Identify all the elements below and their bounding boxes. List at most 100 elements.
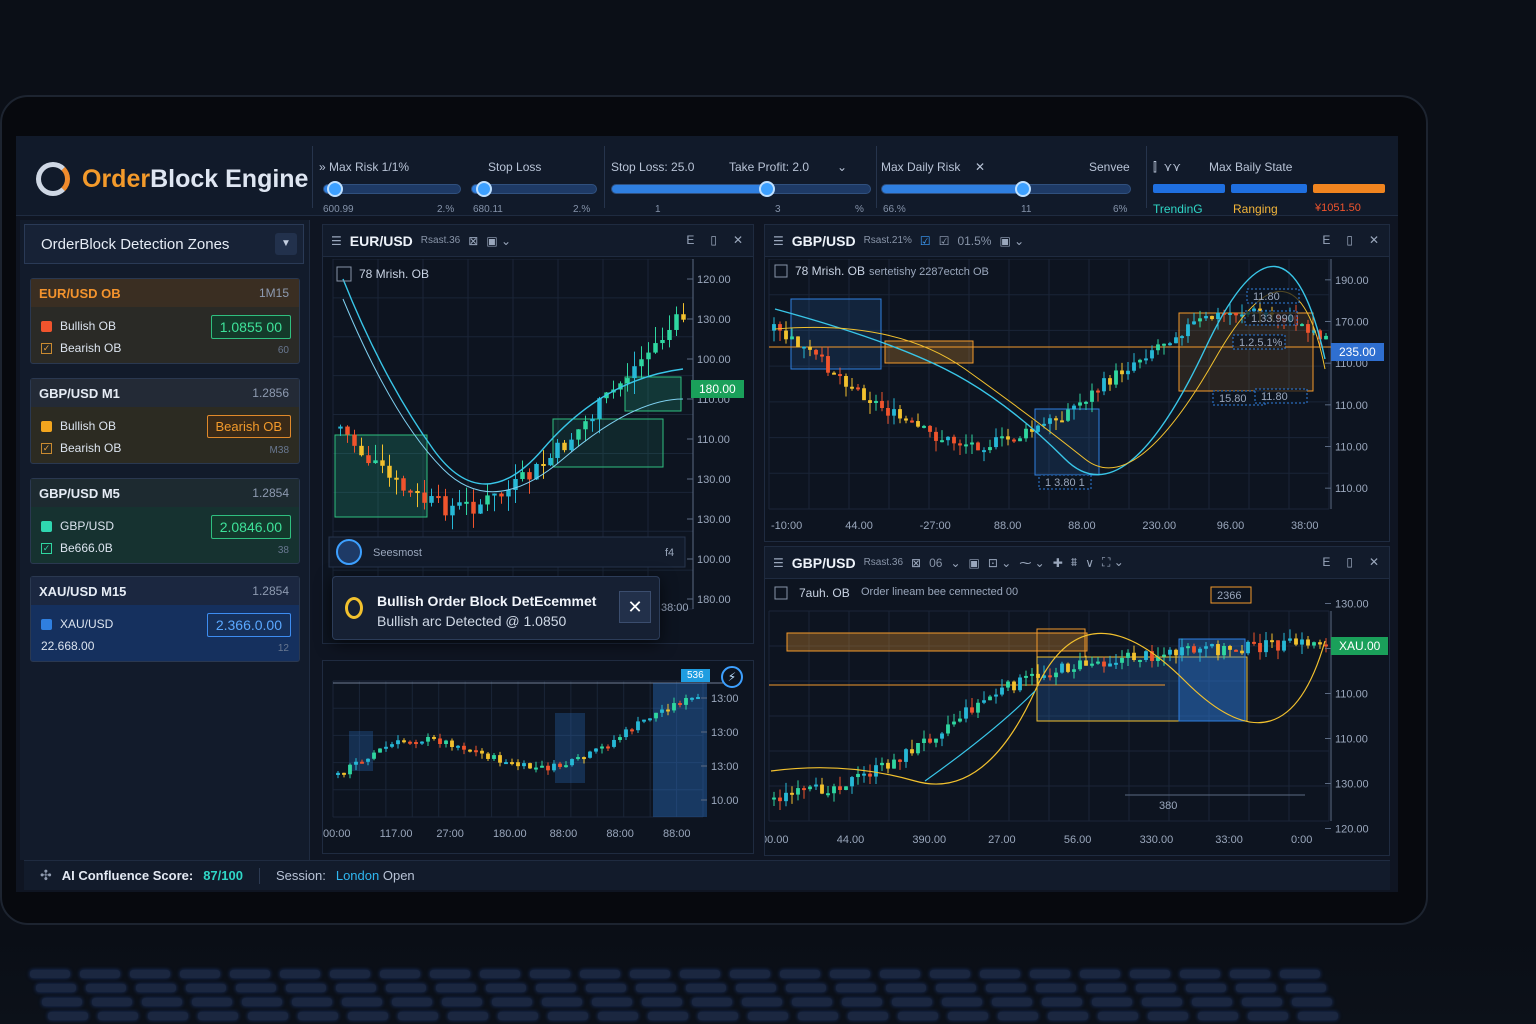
candle-body — [982, 450, 986, 453]
trending-bar — [1153, 184, 1225, 193]
chart-type-icon[interactable]: ▣ — [969, 556, 980, 570]
close-icon[interactable]: ✕ — [1369, 233, 1379, 247]
close-icon[interactable]: ✕ — [1369, 555, 1379, 569]
app-title-part2: Block Engine — [150, 164, 309, 193]
daily-risk-handle[interactable] — [1015, 181, 1032, 197]
chevron-down-icon[interactable]: ⌄ — [950, 556, 960, 570]
fullscreen-icon[interactable]: ⛶ ⌄ — [1102, 555, 1124, 570]
checkbox-icon[interactable]: ✓ — [41, 342, 52, 354]
check-icon[interactable]: ☑ — [920, 234, 931, 248]
zone-card-gbpusd-m5[interactable]: GBP/USD M5 1.2854 GBP/USD ✓ Be666.0B 2.08… — [30, 478, 300, 564]
candle-body — [1048, 675, 1052, 678]
candle-body — [844, 376, 848, 387]
stop-loss-value-label: Stop Loss: 25.0 — [611, 160, 695, 174]
save-icon[interactable]: ▯ — [710, 233, 717, 247]
close-icon[interactable]: ✕ — [733, 233, 743, 247]
chevron-down-icon[interactable]: ∨ — [1085, 556, 1094, 570]
candle-body — [1162, 343, 1166, 346]
chart-type-icon[interactable]: ▣ ⌄ — [999, 234, 1024, 248]
max-risk-slider[interactable] — [323, 181, 461, 197]
menu-icon[interactable]: ☰ — [331, 234, 342, 248]
candle-body — [696, 697, 700, 700]
refresh-icon[interactable]: ⚡ — [721, 666, 743, 688]
y-tick-label: 130.00 — [697, 474, 731, 486]
candle-body — [1024, 675, 1028, 678]
candle-body — [1168, 649, 1172, 655]
candle-body — [1072, 669, 1076, 672]
chevron-down-icon[interactable]: ▼ — [275, 233, 297, 255]
zone-card-xauusd[interactable]: XAU/USD M15 1.2854 XAU/USD 22.668.00 2.3… — [30, 576, 300, 662]
ob-zone — [790, 298, 882, 370]
price-box-label: 1.33.990 — [1251, 313, 1294, 325]
candle-body — [1216, 312, 1220, 320]
x-tick-label: 00.00 — [765, 834, 789, 846]
panel-pct: 01.5% — [957, 233, 992, 248]
zone-card-gbpusd-m1[interactable]: GBP/USD M1 1.2856 Bullish OB ✓ Bearish OB… — [30, 378, 300, 464]
keyboard-key — [530, 970, 570, 978]
daily-risk-slider[interactable] — [881, 181, 1131, 197]
stop-loss-slider[interactable] — [471, 181, 597, 197]
zone-card-eurusd[interactable]: EUR/USD OB 1M15 Bullish OB ✓ Bearish OB 1… — [30, 278, 300, 364]
gbpusd-chart-bottom[interactable]: 7auh. OB Order lineam bee cemnected 00 236… — [765, 581, 1391, 857]
close-icon[interactable]: ✕ — [975, 160, 985, 174]
candle-body — [868, 400, 872, 403]
zones-dropdown[interactable]: OrderBlock Detection Zones ▼ — [24, 224, 304, 264]
panel-zoom: 06 — [929, 555, 943, 570]
candle-body — [436, 496, 441, 499]
keyboard-key — [786, 984, 826, 992]
candle-body — [868, 773, 872, 777]
take-profit-handle[interactable] — [758, 181, 775, 197]
menu-icon[interactable]: ☰ — [773, 234, 784, 248]
toast-close-button[interactable]: ✕ — [619, 591, 651, 623]
crosshair-icon[interactable]: ✚ — [1053, 556, 1063, 570]
chart-type-icon[interactable]: ▣ ⌄ — [486, 234, 511, 248]
chevron-down-icon[interactable]: ⌄ — [837, 160, 847, 174]
max-risk-handle[interactable] — [326, 181, 343, 197]
checkbox-icon[interactable]: ✓ — [41, 442, 52, 454]
stop-loss-handle[interactable] — [476, 181, 493, 197]
volatile-bar — [1313, 184, 1385, 193]
price-box-label: 1.2.5.1% — [1239, 337, 1283, 349]
take-profit-slider[interactable] — [611, 181, 871, 197]
daily-risk-fill — [882, 185, 1024, 193]
keyboard-key — [580, 970, 620, 978]
tick-label: 680.11 — [473, 204, 503, 215]
tick-label: 1 — [655, 204, 661, 215]
candle-body — [772, 324, 776, 331]
keyboard-key — [1036, 984, 1076, 992]
keyboard-key — [480, 970, 520, 978]
candle-body — [394, 477, 399, 480]
save-icon[interactable]: ▯ — [1346, 555, 1353, 569]
keyboard-key — [442, 998, 482, 1006]
mini-chart[interactable]: 13:00 13:00 13:00 10.00 00:00 117.00 27:00 180.… — [323, 661, 755, 855]
draw-tool-icon[interactable]: ⁓ ⌄ — [1019, 556, 1044, 570]
candle-body — [1300, 324, 1304, 327]
close-icon[interactable]: ⊠ — [911, 556, 921, 570]
compare-icon[interactable]: ⩩ — [1071, 555, 1077, 570]
candle-body — [373, 460, 378, 464]
candle-body — [348, 764, 352, 775]
candle-body — [1192, 646, 1196, 653]
keyboard-key — [136, 984, 176, 992]
y-tick-label: 130.00 — [697, 514, 731, 526]
settings-icon[interactable]: E — [686, 233, 694, 247]
settings-icon[interactable]: E — [1322, 555, 1330, 569]
keyboard-key — [180, 970, 220, 978]
save-icon[interactable]: ▯ — [1346, 233, 1353, 247]
candle-body — [408, 741, 412, 744]
checkbox-icon[interactable]: ✓ — [41, 542, 52, 554]
candle-body — [492, 493, 497, 496]
indicator-icon[interactable]: ⊡ ⌄ — [988, 556, 1011, 570]
candle-body — [772, 797, 776, 800]
settings-icon[interactable]: E — [1322, 233, 1330, 247]
x-tick-label: 56.00 — [1064, 834, 1092, 846]
y-tick-label: 110.00 — [1335, 483, 1368, 495]
gbpusd-chart-top[interactable]: 78 Mrish. OB sertetishy 2287ectch OB 11.80… — [765, 259, 1391, 543]
candle-body — [345, 426, 350, 435]
ob-tag-label: sertetishy 2287ectch OB — [869, 266, 989, 278]
check-icon[interactable]: ☑ — [939, 234, 950, 248]
close-icon[interactable]: ⊠ — [468, 234, 478, 248]
candle-body — [982, 700, 986, 703]
menu-icon[interactable]: ☰ — [773, 556, 784, 570]
candle-body — [832, 786, 836, 794]
